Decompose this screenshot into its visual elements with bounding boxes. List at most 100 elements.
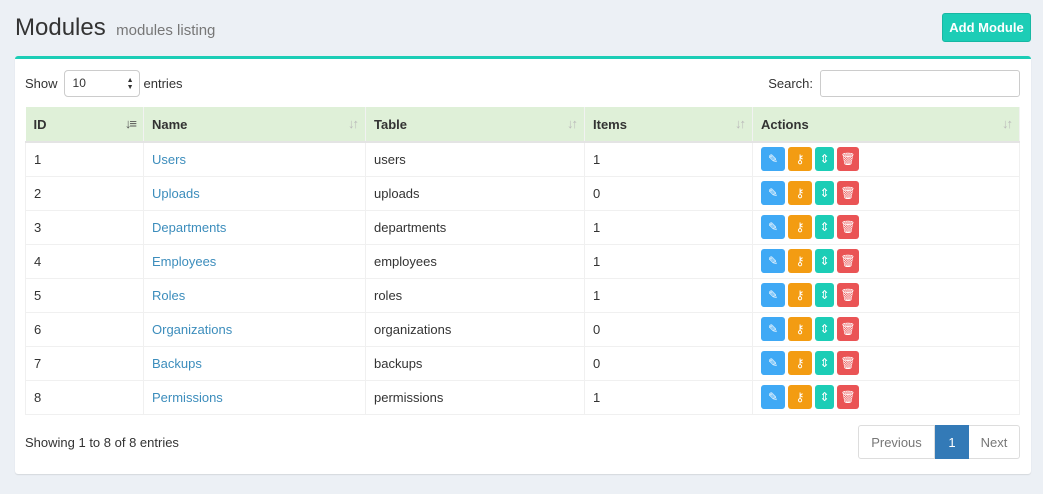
trash-icon[interactable]: 🗑	[837, 317, 859, 341]
trash-icon[interactable]: 🗑	[837, 249, 859, 273]
entries-select-value: 10	[72, 76, 86, 90]
column-header-id[interactable]: ID ↓≡	[25, 107, 144, 143]
key-icon[interactable]: ⚷	[788, 317, 812, 341]
cell-actions: ✎ ⚷ ⇕ 🗑	[752, 345, 1020, 381]
trash-icon[interactable]: 🗑	[837, 181, 859, 205]
cell-table: backups	[365, 345, 585, 381]
module-name-link[interactable]: Employees	[143, 243, 366, 279]
trash-icon[interactable]: 🗑	[837, 385, 859, 409]
table-row: 8 Permissions permissions 1 ✎ ⚷ ⇕ 🗑	[25, 379, 1020, 415]
trash-icon[interactable]: 🗑	[837, 215, 859, 239]
sort-icon[interactable]: ⇕	[815, 283, 834, 307]
cell-items: 1	[584, 141, 753, 177]
column-header-table[interactable]: Table ↓↑	[365, 107, 585, 143]
cell-items: 0	[584, 175, 753, 211]
sort-icon[interactable]: ⇕	[815, 249, 834, 273]
edit-icon[interactable]: ✎	[761, 181, 785, 205]
cell-id: 1	[25, 141, 144, 177]
cell-id: 7	[25, 345, 144, 381]
sort-desc-icon: ↓≡	[124, 116, 137, 131]
table-info: Showing 1 to 8 of 8 entries	[25, 435, 179, 450]
column-label: Table	[374, 116, 407, 132]
module-name-link[interactable]: Uploads	[143, 175, 366, 211]
next-page-button[interactable]: Next	[969, 425, 1020, 459]
sort-icon[interactable]: ⇕	[815, 351, 834, 375]
table-row: 6 Organizations organizations 0 ✎ ⚷ ⇕ 🗑	[25, 311, 1020, 347]
search-control: Search:	[768, 69, 1020, 97]
cell-items: 1	[584, 209, 753, 245]
page-header: Modules modules listing Add Module	[15, 13, 1031, 46]
column-header-actions[interactable]: Actions ↓↑	[752, 107, 1020, 143]
trash-icon[interactable]: 🗑	[837, 351, 859, 375]
sort-icon[interactable]: ⇕	[815, 215, 834, 239]
key-icon[interactable]: ⚷	[788, 249, 812, 273]
edit-icon[interactable]: ✎	[761, 385, 785, 409]
sort-icon[interactable]: ⇕	[815, 147, 834, 172]
sort-icon[interactable]: ⇕	[815, 385, 834, 409]
entries-select[interactable]: 10 ▲ ▼	[63, 69, 140, 97]
sort-icon: ↓↑	[735, 116, 746, 131]
trash-icon[interactable]: 🗑	[837, 147, 859, 172]
module-name-link[interactable]: Departments	[143, 209, 366, 245]
modules-table: ID ↓≡ Name ↓↑ Table ↓↑ Items ↓↑ Actions ↓↑ 1 …	[25, 107, 1020, 415]
table-row: 5 Roles roles 1 ✎ ⚷ ⇕ 🗑	[25, 277, 1020, 313]
pagination: Previous 1 Next	[858, 425, 1020, 459]
column-label: Actions	[761, 116, 809, 132]
edit-icon[interactable]: ✎	[761, 283, 785, 307]
edit-icon[interactable]: ✎	[761, 215, 785, 239]
table-row: 3 Departments departments 1 ✎ ⚷ ⇕ 🗑	[25, 209, 1020, 245]
sort-icon: ↓↑	[567, 116, 578, 131]
cell-table: uploads	[365, 175, 585, 211]
sort-icon[interactable]: ⇕	[815, 181, 834, 205]
cell-items: 0	[584, 345, 753, 381]
sort-icon[interactable]: ⇕	[815, 317, 834, 341]
module-name-link[interactable]: Organizations	[143, 311, 366, 347]
cell-id: 6	[25, 311, 144, 347]
column-label: Name	[152, 116, 188, 132]
column-header-name[interactable]: Name ↓↑	[143, 107, 366, 143]
page-1-button[interactable]: 1	[935, 425, 969, 459]
column-label: Items	[593, 116, 627, 132]
edit-icon[interactable]: ✎	[761, 317, 785, 341]
previous-page-button[interactable]: Previous	[858, 425, 935, 459]
cell-id: 5	[25, 277, 144, 313]
cell-id: 3	[25, 209, 144, 245]
cell-actions: ✎ ⚷ ⇕ 🗑	[752, 311, 1020, 347]
cell-items: 0	[584, 311, 753, 347]
page-title: Modules	[15, 14, 106, 41]
cell-table: permissions	[365, 379, 585, 415]
module-name-link[interactable]: Backups	[143, 345, 366, 381]
trash-icon[interactable]: 🗑	[837, 283, 859, 307]
cell-items: 1	[584, 379, 753, 415]
cell-actions: ✎ ⚷ ⇕ 🗑	[752, 379, 1020, 415]
edit-icon[interactable]: ✎	[761, 249, 785, 273]
module-name-link[interactable]: Users	[143, 141, 366, 177]
sort-icon: ↓↑	[348, 116, 359, 131]
page-subtitle: modules listing	[116, 22, 216, 39]
table-row: 1 Users users 1 ✎ ⚷ ⇕ 🗑	[25, 141, 1020, 177]
cell-id: 8	[25, 379, 144, 415]
column-label: ID	[33, 116, 47, 132]
key-icon[interactable]: ⚷	[788, 181, 812, 205]
key-icon[interactable]: ⚷	[788, 283, 812, 307]
edit-icon[interactable]: ✎	[761, 147, 785, 172]
show-label: Show	[25, 75, 58, 91]
add-module-button[interactable]: Add Module	[942, 13, 1031, 42]
table-header-row: ID ↓≡ Name ↓↑ Table ↓↑ Items ↓↑ Actions ↓↑	[25, 107, 1020, 143]
cell-actions: ✎ ⚷ ⇕ 🗑	[752, 243, 1020, 279]
key-icon[interactable]: ⚷	[788, 351, 812, 375]
sort-icon: ↓↑	[1002, 116, 1013, 131]
key-icon[interactable]: ⚷	[788, 385, 812, 409]
cell-actions: ✎ ⚷ ⇕ 🗑	[752, 175, 1020, 211]
cell-items: 1	[584, 277, 753, 313]
key-icon[interactable]: ⚷	[788, 147, 812, 172]
key-icon[interactable]: ⚷	[788, 215, 812, 239]
module-name-link[interactable]: Roles	[143, 277, 366, 313]
cell-table: departments	[365, 209, 585, 245]
column-header-items[interactable]: Items ↓↑	[584, 107, 753, 143]
search-input[interactable]	[820, 69, 1020, 97]
modules-box: Show 10 ▲ ▼ entries Search: ID ↓≡ Name ↓↑ T…	[15, 56, 1031, 474]
module-name-link[interactable]: Permissions	[143, 379, 366, 415]
edit-icon[interactable]: ✎	[761, 351, 785, 375]
cell-table: employees	[365, 243, 585, 279]
